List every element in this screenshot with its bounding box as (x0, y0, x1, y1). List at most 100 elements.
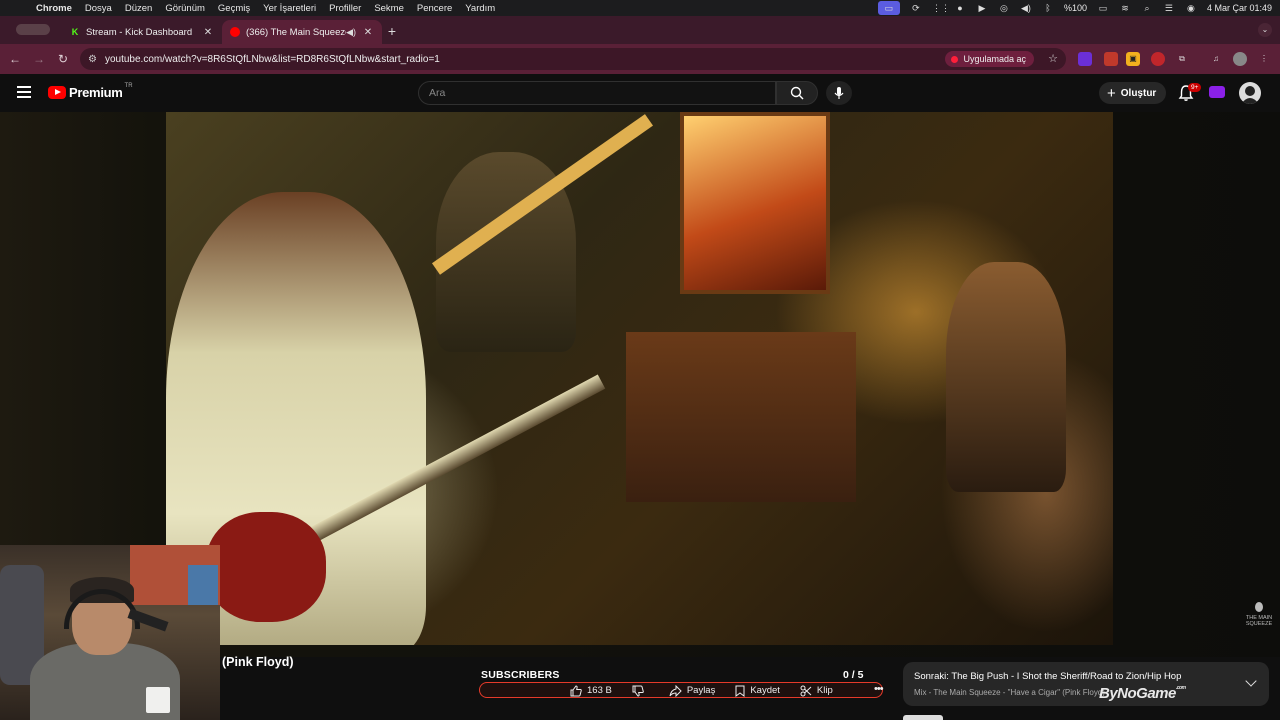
clip-button[interactable]: Klip (800, 685, 833, 697)
share-label: Paylaş (686, 685, 716, 696)
bookmark-star-icon[interactable]: ☆ (1048, 52, 1058, 65)
like-button[interactable]: 163 B (570, 684, 612, 697)
reload-icon[interactable]: ↻ (51, 52, 75, 66)
microphone-icon (834, 87, 844, 99)
menu-duzen[interactable]: Düzen (125, 3, 152, 14)
obs-icon[interactable]: ● (954, 3, 966, 13)
more-actions-icon[interactable]: ••• (874, 683, 884, 695)
menu-dosya[interactable]: Dosya (85, 3, 112, 14)
media-controls-icon[interactable]: ♫ (1209, 52, 1223, 66)
menubar-datetime[interactable]: 4 Mar Çar 01:49 (1207, 3, 1272, 13)
notification-badge: 9+ (1188, 83, 1202, 92)
twitch-extension-icon[interactable] (1078, 52, 1092, 66)
forward-arrow-icon[interactable]: → (27, 52, 51, 66)
bynogame-logo-suffix: .com (1175, 685, 1186, 691)
open-in-app-label: Uygulamada aç (963, 54, 1026, 64)
search-button[interactable] (776, 81, 818, 105)
menu-profiller[interactable]: Profiller (329, 3, 361, 14)
channel-watermark[interactable]: THE MAIN SQUEEZE (1242, 602, 1276, 627)
menu-app-chrome[interactable]: Chrome (36, 3, 72, 14)
close-icon[interactable]: ✕ (202, 27, 214, 38)
url-text[interactable]: youtube.com/watch?v=8R6StQfLNbw&list=RD8… (105, 54, 440, 65)
share-icon (669, 684, 682, 697)
scroll-indicator (903, 715, 943, 720)
subscribers-count: 0 / 5 (843, 669, 864, 681)
new-tab-button[interactable]: + (382, 23, 402, 39)
up-next-card[interactable]: Sonraki: The Big Push - I Shot the Sheri… (903, 662, 1269, 706)
droplet-icon (1255, 602, 1263, 612)
bynogame-logo-text: ByNoGame (1099, 685, 1176, 702)
site-settings-icon[interactable]: ⚙ (88, 54, 97, 65)
menu-gorunum[interactable]: Görünüm (165, 3, 205, 14)
speaker-icon[interactable]: ◀) (346, 27, 356, 38)
tab-search-button[interactable]: ⌄ (1258, 23, 1272, 37)
create-button[interactable]: + Oluştur (1099, 82, 1167, 104)
volume-icon[interactable]: ◀) (1020, 3, 1032, 13)
search-input[interactable]: Ara (418, 81, 776, 105)
wall-poster-blue (188, 565, 218, 605)
menu-sekme[interactable]: Sekme (374, 3, 404, 14)
extension-badge-icon[interactable] (1104, 52, 1118, 66)
avatar[interactable] (1239, 82, 1261, 104)
clip-label: Klip (816, 685, 833, 696)
search-icon (790, 86, 804, 100)
screen-share-icon[interactable]: ▭ (877, 1, 900, 15)
twitch-extension-icon[interactable] (1209, 86, 1225, 98)
menu-yer-isaretleri[interactable]: Yer İşaretleri (263, 3, 316, 14)
watermark-text: THE MAIN SQUEEZE (1245, 615, 1273, 627)
dislike-button[interactable] (632, 685, 649, 697)
video-actions: 163 B Paylaş Kaydet Klip (570, 683, 853, 698)
bookmark-icon (735, 685, 745, 697)
tab-title: (366) The Main Squeeze (246, 26, 347, 38)
siri-icon[interactable]: ◉ (1185, 3, 1197, 13)
bluetooth-icon[interactable]: ᛒ (1042, 3, 1054, 13)
menu-gecmis[interactable]: Geçmiş (218, 3, 250, 14)
voice-search-button[interactable] (826, 81, 852, 105)
chrome-menu-icon[interactable]: ⋮ (1257, 52, 1271, 66)
tab-group-pill[interactable] (16, 24, 50, 35)
extension-yellow-icon[interactable]: ▣ (1126, 52, 1140, 66)
extensions-puzzle-icon[interactable]: ⧉ (1175, 52, 1189, 66)
thumbs-down-icon (632, 685, 644, 697)
open-in-app-button[interactable]: Uygulamada aç (945, 51, 1034, 67)
up-next-subtitle: Mix - The Main Squeeze - "Have a Cigar" … (914, 688, 1105, 697)
youtube-premium-logo[interactable]: Premium TR (48, 82, 133, 100)
scissors-icon (800, 685, 812, 696)
share-button[interactable]: Paylaş (669, 684, 716, 697)
sync-icon[interactable]: ⟳ (910, 3, 922, 13)
recorder-icon[interactable]: ◎ (998, 3, 1010, 13)
menu-pencere[interactable]: Pencere (417, 3, 452, 14)
wifi-icon[interactable]: ≋ (1119, 3, 1131, 13)
logo-text: Premium (69, 85, 123, 100)
youtube-icon (230, 27, 240, 37)
macos-menu-bar: Chrome Dosya Düzen Görünüm Geçmiş Yer İş… (0, 0, 1280, 16)
spotlight-search-icon[interactable]: ⌕ (1141, 3, 1153, 13)
video-player[interactable] (166, 112, 1113, 645)
country-code: TR (124, 82, 133, 89)
grid-icon[interactable]: ⋮⋮ (932, 3, 950, 13)
play-circle-icon[interactable]: ▶ (976, 3, 988, 13)
browser-toolbar: ← → ↻ ⚙ youtube.com/watch?v=8R6StQfLNbw&… (0, 44, 1280, 74)
save-label: Kaydet (750, 685, 780, 696)
youtube-play-icon (48, 86, 66, 99)
subscribers-label: SUBSCRIBERS (481, 669, 560, 681)
bynogame-logo: ByNoGame.com (1099, 685, 1186, 702)
tab-youtube[interactable]: (366) The Main Squeeze ◀) ✕ (222, 20, 382, 44)
menu-hamburger-icon[interactable] (17, 86, 31, 98)
save-button[interactable]: Kaydet (735, 685, 780, 697)
close-icon[interactable]: ✕ (362, 27, 374, 38)
battery-icon[interactable]: ▭ (1097, 3, 1109, 13)
back-arrow-icon[interactable]: ← (3, 52, 27, 66)
battery-percent: %100 (1063, 3, 1087, 13)
tab-kick-dashboard[interactable]: K Stream - Kick Dashboard ✕ (62, 20, 222, 44)
extension-red-icon[interactable] (1151, 52, 1165, 66)
streamer-webcam (0, 545, 220, 720)
youtube-icon (951, 55, 959, 63)
address-bar[interactable]: ⚙ youtube.com/watch?v=8R6StQfLNbw&list=R… (80, 48, 1066, 70)
profile-avatar-icon[interactable] (1233, 52, 1247, 66)
up-next-title: Sonraki: The Big Push - I Shot the Sheri… (914, 671, 1182, 682)
control-center-icon[interactable]: ☰ (1163, 3, 1175, 13)
organ-image (626, 332, 856, 502)
menu-yardim[interactable]: Yardım (465, 3, 495, 14)
painting-image (680, 112, 830, 294)
